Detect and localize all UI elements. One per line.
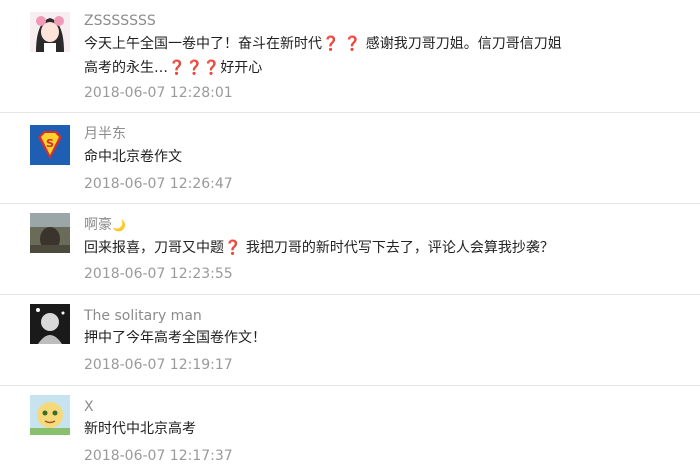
comment-text-part: 我把刀哥的新时代写下去了，评论人会算我抄袭？	[245, 240, 554, 256]
comment-text: 押中了今年高考全国卷作文！	[84, 330, 266, 346]
comment-text-part: 今天上午全国一卷中了！奋斗在新时代	[84, 36, 322, 52]
user-avatar[interactable]	[30, 12, 70, 52]
username-text: 啊豪	[84, 217, 112, 233]
comment-text-part: 好开心	[220, 60, 263, 76]
question-mark-emoji: ❓	[343, 36, 362, 52]
comment-text: 新时代中北京高考	[84, 421, 196, 437]
comment-text: 今天上午全国一卷中了！奋斗在新时代❓ ❓ 感谢我刀哥刀姐。信刀哥信刀姐 高考的永…	[84, 32, 644, 80]
user-avatar[interactable]	[30, 304, 70, 344]
comment-text: 命中北京卷作文	[84, 149, 182, 165]
username[interactable]: The solitary man	[84, 307, 202, 325]
svg-text:S: S	[46, 137, 54, 150]
question-mark-emoji: ❓	[168, 60, 186, 76]
username[interactable]: 啊豪🌙	[84, 216, 126, 235]
comment-text: 回来报喜，刀哥又中题❓ 我把刀哥的新时代写下去了，评论人会算我抄袭？	[84, 236, 644, 260]
timestamp: 2018-06-07 12:17:37	[84, 448, 233, 464]
question-mark-emoji: ❓	[224, 240, 242, 256]
comment-text-part: 回来报喜，刀哥又中题	[84, 240, 224, 256]
comment-text-part: 高考的永生…	[84, 60, 168, 76]
comment-item: ZSSSSSSS 今天上午全国一卷中了！奋斗在新时代❓ ❓ 感谢我刀哥刀姐。信刀…	[0, 0, 700, 113]
timestamp: 2018-06-07 12:28:01	[84, 85, 233, 101]
question-mark-emoji: ❓	[202, 60, 221, 76]
comment-item: The solitary man 押中了今年高考全国卷作文！ 2018-06-0…	[0, 295, 700, 386]
user-avatar[interactable]	[30, 395, 70, 435]
question-mark-emoji: ❓	[322, 36, 340, 52]
comment-item: 啊豪🌙 回来报喜，刀哥又中题❓ 我把刀哥的新时代写下去了，评论人会算我抄袭？ 2…	[0, 204, 700, 295]
user-avatar[interactable]: S	[30, 125, 70, 165]
comment-text-part: 感谢我刀哥刀姐。信刀哥信刀姐	[365, 36, 562, 52]
question-mark-emoji: ❓	[185, 60, 203, 76]
timestamp: 2018-06-07 12:26:47	[84, 176, 233, 192]
comment-item: S 月半东 命中北京卷作文 2018-06-07 12:26:47	[0, 113, 700, 204]
timestamp: 2018-06-07 12:23:55	[84, 266, 233, 282]
timestamp: 2018-06-07 12:19:17	[84, 357, 233, 373]
comment-item: X 新时代中北京高考 2018-06-07 12:17:37	[0, 386, 700, 468]
username[interactable]: X	[84, 398, 94, 416]
username[interactable]: ZSSSSSSS	[84, 12, 156, 30]
moon-emoji: 🌙	[112, 219, 126, 232]
user-avatar[interactable]	[30, 213, 70, 253]
username[interactable]: 月半东	[84, 125, 126, 143]
